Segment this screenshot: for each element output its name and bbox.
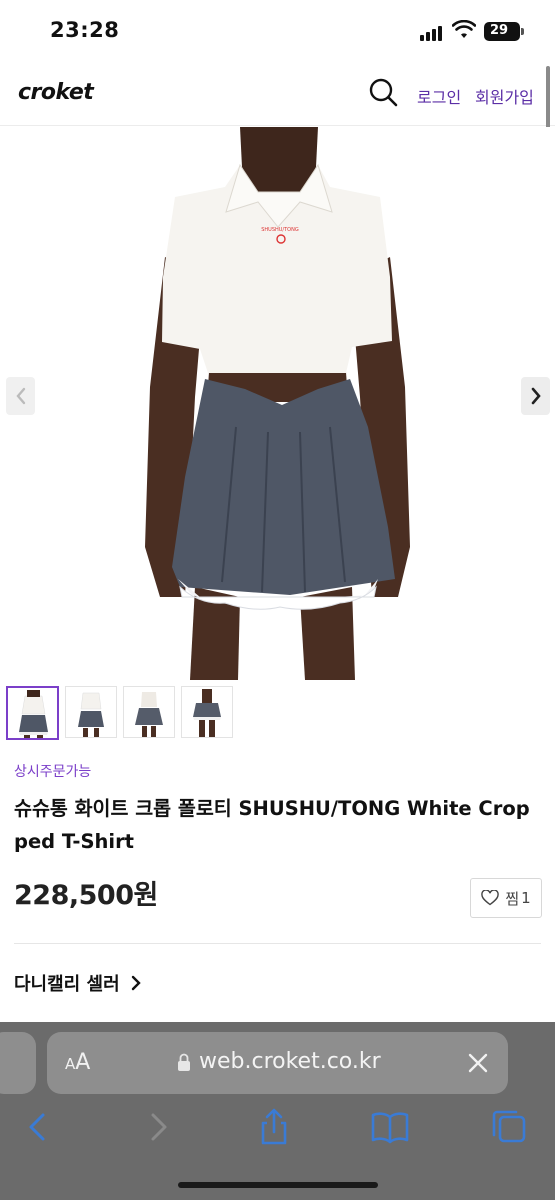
previous-tab-preview[interactable] [0,1032,36,1094]
chevron-right-icon [531,387,541,405]
bookmarks-icon[interactable] [370,1107,410,1147]
seller-name: 다니캘리 셀러 [14,974,120,995]
wish-button[interactable]: 찜1 [470,878,542,918]
next-image-button[interactable] [521,377,550,415]
back-icon[interactable] [20,1107,60,1147]
svg-text:SHUSHU/TONG: SHUSHU/TONG [261,227,299,233]
login-link[interactable]: 로그인 [417,84,461,108]
home-indicator[interactable] [178,1182,378,1188]
share-icon[interactable] [254,1107,294,1147]
heart-icon [481,890,500,906]
thumbnail-3[interactable] [123,686,175,738]
seller-link[interactable]: 다니캘리 셀러 [14,970,142,996]
wifi-icon [452,20,476,38]
wish-label: 찜 [505,889,520,908]
site-header: croket 로그인 회원가입 [0,62,555,126]
divider [14,943,541,944]
reader-aa-button[interactable]: AA [65,1050,90,1075]
signal-icon [420,23,446,41]
search-icon[interactable] [368,77,398,107]
forward-icon[interactable] [138,1107,178,1147]
thumbnail-1[interactable] [6,686,59,740]
chevron-right-icon [131,975,141,991]
logo[interactable]: croket [18,80,94,105]
status-time: 23:28 [50,18,120,42]
lock-icon [178,1053,190,1071]
url-text: web.croket.co.kr [199,1049,381,1074]
address-bar[interactable]: AA web.croket.co.kr [47,1032,508,1094]
chevron-left-icon [15,387,25,405]
page: 23:28 29 croket 로그인 회원가입 SHUSHU/TONG 상시주… [0,0,555,1200]
status-bar: 23:28 29 [0,0,555,62]
tabs-icon[interactable] [488,1107,528,1147]
browser-bottom-bar: AA web.croket.co.kr [0,1022,555,1200]
signup-link[interactable]: 회원가입 [475,84,534,108]
prev-image-button[interactable] [6,377,35,415]
wish-count: 1 [521,889,531,907]
thumbnail-strip [6,686,233,740]
product-price: 228,500원 [14,880,158,911]
browser-toolbar [0,1107,555,1157]
close-icon[interactable] [467,1052,489,1074]
thumbnail-4[interactable] [181,686,233,738]
battery-icon: 29 [484,22,524,41]
order-status-tag: 상시주문가능 [14,764,92,780]
product-title: 슈슈통 화이트 크롭 폴로티 SHUSHU/TONG White Cropped… [14,797,530,853]
battery-level: 29 [489,23,509,38]
model-photo: SHUSHU/TONG [145,127,410,680]
product-image[interactable]: SHUSHU/TONG [0,127,555,680]
thumbnail-2[interactable] [65,686,117,738]
